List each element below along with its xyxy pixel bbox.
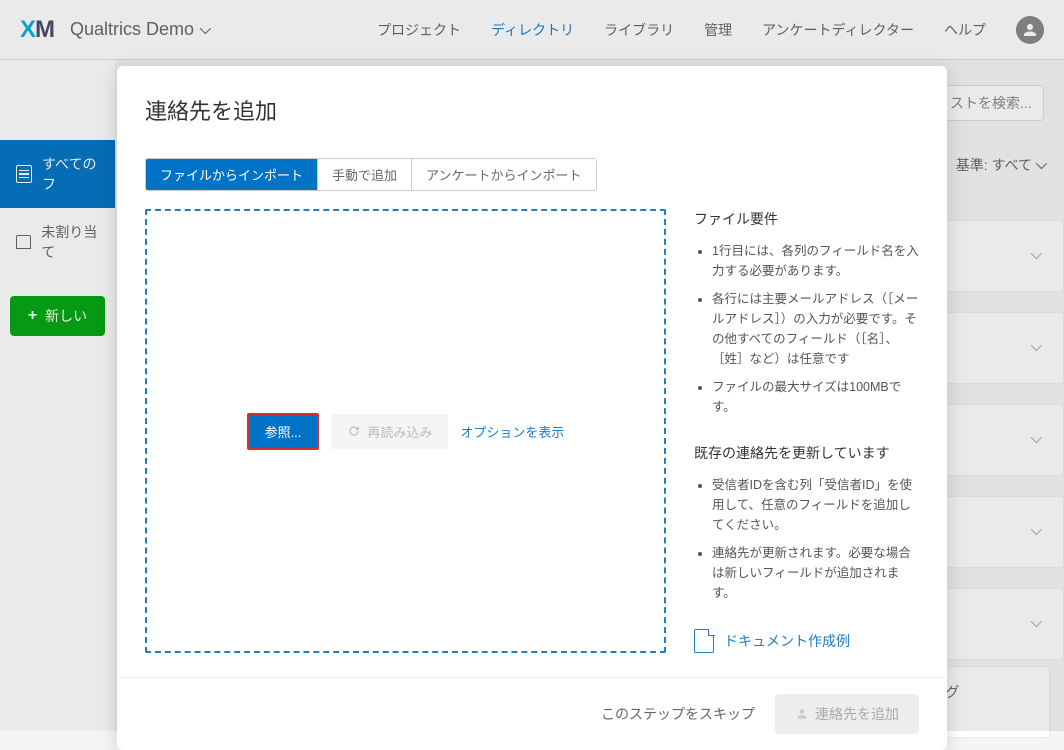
add-contacts-modal: 連絡先を追加 ファイルからインポート 手動で追加 アンケートからインポート 参照…: [117, 66, 947, 750]
requirement-item: 各行には主要メールアドレス（［メールアドレス］）の入力が必要です。その他すべての…: [712, 289, 919, 369]
tab-manual[interactable]: 手動で追加: [318, 159, 412, 190]
import-method-tabs: ファイルからインポート 手動で追加 アンケートからインポート: [145, 158, 597, 191]
requirement-item: 連絡先が更新されます。必要な場合は新しいフィールドが追加されます。: [712, 543, 919, 603]
requirements-panel: ファイル要件 1行目には、各列のフィールド名を入力する必要があります。 各行には…: [694, 209, 919, 653]
document-example-link[interactable]: ドキュメント作成例: [694, 629, 919, 653]
file-requirements-list: 1行目には、各列のフィールド名を入力する必要があります。 各行には主要メールアド…: [694, 241, 919, 417]
tab-import-survey[interactable]: アンケートからインポート: [412, 159, 595, 190]
document-icon: [694, 629, 714, 653]
update-contacts-title: 既存の連絡先を更新しています: [694, 443, 919, 463]
requirement-item: 受信者IDを含む列「受信者ID」を使用して、任意のフィールドを追加してください。: [712, 475, 919, 535]
reload-icon: [347, 424, 361, 438]
add-contact-button: 連絡先を追加: [775, 694, 919, 734]
doc-link-label: ドキュメント作成例: [724, 631, 850, 651]
requirement-item: 1行目には、各列のフィールド名を入力する必要があります。: [712, 241, 919, 281]
modal-title: 連絡先を追加: [117, 94, 947, 126]
person-add-icon: [795, 707, 809, 721]
skip-step-link[interactable]: このステップをスキップ: [601, 704, 755, 724]
file-dropzone[interactable]: 参照... 再読み込み オプションを表示: [145, 209, 666, 653]
file-requirements-title: ファイル要件: [694, 209, 919, 229]
requirement-item: ファイルの最大サイズは100MBです。: [712, 377, 919, 417]
update-contacts-list: 受信者IDを含む列「受信者ID」を使用して、任意のフィールドを追加してください。…: [694, 475, 919, 603]
add-contact-label: 連絡先を追加: [815, 704, 899, 724]
tab-import-file[interactable]: ファイルからインポート: [146, 159, 318, 190]
show-options-link[interactable]: オプションを表示: [460, 422, 564, 441]
browse-button[interactable]: 参照...: [247, 413, 320, 450]
reload-label: 再読み込み: [367, 422, 432, 441]
modal-footer: このステップをスキップ 連絡先を追加: [117, 677, 947, 750]
modal-body: 参照... 再読み込み オプションを表示 ファイル要件 1行目には、各列のフィー…: [117, 209, 947, 653]
reload-button: 再読み込み: [331, 414, 448, 449]
